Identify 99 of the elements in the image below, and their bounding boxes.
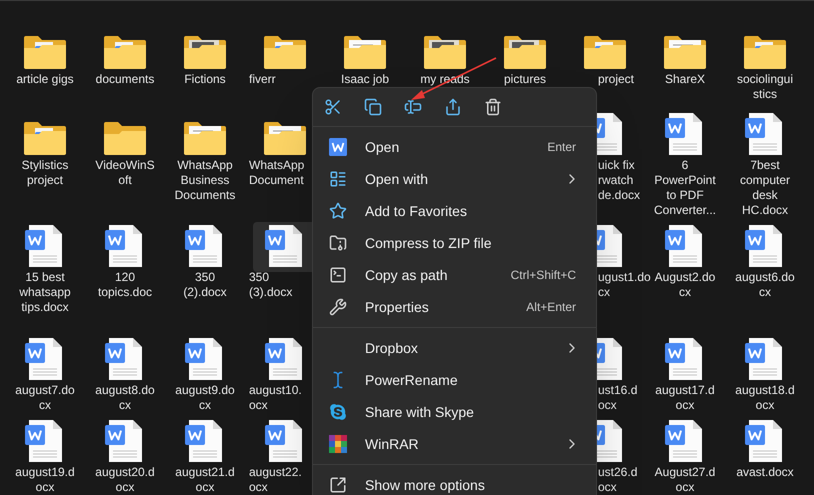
file-name: documents: [96, 72, 154, 87]
menu-item[interactable]: PowerRename: [317, 364, 592, 396]
folder-icon: [423, 34, 467, 70]
file-name: project: [598, 72, 634, 87]
word-document-icon: [25, 337, 65, 381]
file-name: august9.do cx: [175, 383, 235, 413]
file-name: august22. ocx: [248, 465, 302, 495]
shortcut-text: Ctrl+Shift+C: [510, 267, 577, 284]
menu-item[interactable]: Dropbox: [317, 332, 592, 364]
word-document-icon: [745, 419, 785, 463]
file-name: pictures: [504, 72, 546, 87]
word-document-icon: [265, 224, 305, 268]
folder-icon: [663, 34, 707, 70]
file-name: august17.d ocx: [655, 383, 715, 413]
word-document-icon: [665, 112, 705, 156]
cut-icon: [324, 98, 342, 116]
file-name: 350 (2).docx: [183, 270, 227, 300]
file-name: avast.docx: [736, 465, 794, 480]
file-name: august10. ocx: [248, 383, 302, 413]
file-name: august21.d ocx: [175, 465, 235, 495]
zip-folder-icon: [329, 234, 347, 252]
file-name: Stylistics project: [22, 158, 68, 188]
word-document-icon: [185, 224, 225, 268]
folder-icon: [343, 34, 387, 70]
folder-icon: [103, 120, 147, 156]
share-icon: [444, 98, 462, 116]
wrench-icon: [329, 298, 347, 316]
word-document-icon: [25, 224, 65, 268]
open-with-icon: [329, 170, 347, 188]
word-document-icon: [265, 419, 305, 463]
file-name: 350 (3).docx: [248, 270, 292, 300]
file-name: article gigs: [16, 72, 74, 87]
menu-item[interactable]: Share with Skype: [317, 396, 592, 428]
file-name: sociolingui stics: [736, 72, 794, 102]
menu-item[interactable]: Open Enter: [317, 131, 592, 163]
menu-item[interactable]: Copy as path Ctrl+Shift+C: [317, 259, 592, 291]
folder-icon: [263, 120, 307, 156]
rename-icon: [404, 98, 422, 116]
word-document-icon: [185, 337, 225, 381]
word-document-icon: [105, 224, 145, 268]
file-name: WhatsApp Document: [248, 158, 304, 188]
folder-icon: [183, 34, 227, 70]
file-name: ust26.d ocx: [598, 465, 638, 495]
file-name: ShareX: [664, 72, 706, 87]
file-name: 6 PowerPoint to PDF Converter...: [654, 158, 716, 218]
file-name: 7best computer desk HC.docx: [740, 158, 790, 218]
folder-icon: [743, 34, 787, 70]
file-name: WhatsApp Business Documents: [174, 158, 236, 203]
word-document-icon: [745, 224, 785, 268]
word-document-icon: [665, 337, 705, 381]
file-name: august20.d ocx: [95, 465, 155, 495]
menu-item[interactable]: Open with: [317, 163, 592, 195]
file-name: VideoWinS oft: [95, 158, 155, 188]
file-name: August2.do cx: [654, 270, 716, 300]
file-name: Isaac job: [340, 72, 390, 87]
word-document-icon: [665, 419, 705, 463]
menu-item[interactable]: Show more options: [317, 469, 592, 495]
folder-icon: [23, 34, 67, 70]
word-document-icon: [105, 419, 145, 463]
copy-icon: [364, 98, 382, 116]
file-name: august18.d ocx: [735, 383, 795, 413]
file-name: august7.do cx: [15, 383, 75, 413]
word-document-icon: [185, 419, 225, 463]
folder-icon: [263, 34, 307, 70]
file-name: uick fix rwatch de.docx: [598, 158, 640, 203]
menu-item[interactable]: Compress to ZIP file: [317, 227, 592, 259]
word-document-icon: [745, 337, 785, 381]
folder-icon: [503, 34, 547, 70]
folder-icon: [103, 34, 147, 70]
shortcut-text: Enter: [547, 139, 577, 156]
more-options-icon: [329, 476, 347, 494]
file-name: ust16.d ocx: [598, 383, 638, 413]
word-document-icon: [265, 337, 305, 381]
shortcut-text: Alt+Enter: [526, 299, 577, 316]
file-name: Fictions: [184, 72, 226, 87]
delete-icon: [484, 98, 502, 116]
file-name: fiverr: [248, 72, 276, 87]
skype-icon: [329, 403, 347, 421]
menu-item[interactable]: WinRAR: [317, 428, 592, 460]
word-document-icon: [105, 337, 145, 381]
folder-icon: [23, 120, 67, 156]
menu-item[interactable]: Add to Favorites: [317, 195, 592, 227]
word-document-icon: [25, 419, 65, 463]
folder-icon: [583, 34, 627, 70]
file-name: august8.do cx: [95, 383, 155, 413]
archive-books-icon: [329, 435, 347, 453]
file-name: 120 topics.doc: [98, 270, 152, 300]
file-name: August27.d ocx: [654, 465, 716, 495]
file-name: august6.do cx: [735, 270, 795, 300]
star-icon: [329, 202, 347, 220]
file-name: ugust1.do cx: [598, 270, 651, 300]
file-name: 15 best whatsapp tips.docx: [19, 270, 71, 315]
menu-item[interactable]: Properties Alt+Enter: [317, 291, 592, 323]
folder-icon: [183, 120, 227, 156]
path-icon: [329, 266, 347, 284]
file-name: august19.d ocx: [15, 465, 75, 495]
word-document-icon: [665, 224, 705, 268]
word-icon: [329, 138, 347, 156]
word-document-icon: [745, 112, 785, 156]
